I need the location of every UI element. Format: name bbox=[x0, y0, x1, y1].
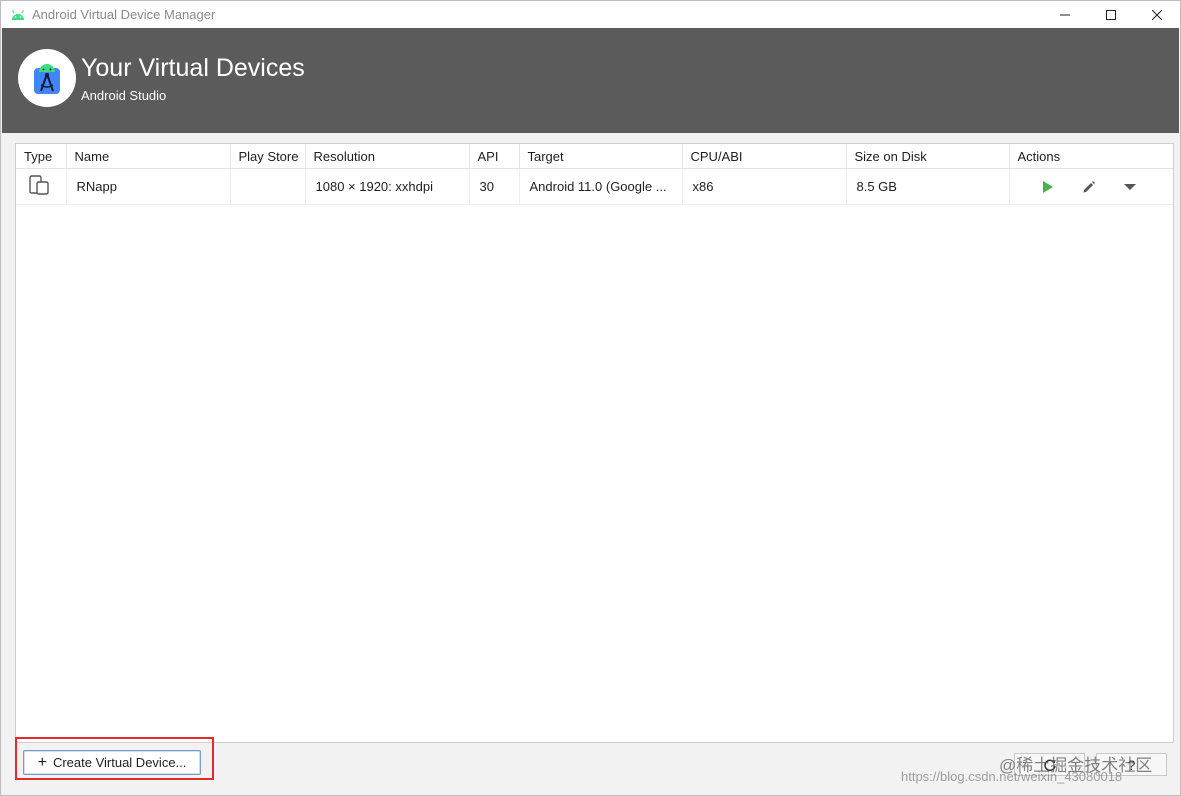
column-header-cpu-abi[interactable]: CPU/ABI bbox=[682, 144, 847, 169]
page-title: Your Virtual Devices bbox=[81, 54, 305, 82]
header-banner: Your Virtual Devices Android Studio bbox=[2, 28, 1179, 133]
edit-device-button[interactable] bbox=[1069, 172, 1110, 202]
window-controls bbox=[1042, 1, 1180, 28]
create-virtual-device-label: Create Virtual Device... bbox=[52, 755, 187, 770]
plus-icon: + bbox=[37, 753, 47, 771]
create-virtual-device-button[interactable]: + Create Virtual Device... bbox=[23, 750, 201, 775]
column-header-resolution[interactable]: Resolution bbox=[305, 144, 470, 169]
device-size-cell: 8.5 GB bbox=[846, 168, 1010, 205]
column-header-actions[interactable]: Actions bbox=[1009, 144, 1173, 169]
device-table-panel: Type Name Play Store Resolution API Targ… bbox=[15, 143, 1174, 743]
column-header-target[interactable]: Target bbox=[519, 144, 683, 169]
page-subtitle: Android Studio bbox=[81, 88, 167, 103]
edit-pencil-icon bbox=[1083, 180, 1095, 192]
row-actions bbox=[1028, 172, 1174, 202]
column-header-type[interactable]: Type bbox=[16, 144, 67, 169]
minimize-icon bbox=[1060, 14, 1070, 15]
device-resolution-cell: 1080 × 1920: xxhdpi bbox=[305, 168, 470, 205]
play-icon bbox=[1043, 180, 1053, 193]
close-icon bbox=[1152, 9, 1162, 20]
launch-device-button[interactable] bbox=[1028, 172, 1069, 202]
close-button[interactable] bbox=[1134, 1, 1180, 28]
device-play-store-cell bbox=[230, 168, 306, 205]
column-header-name[interactable]: Name bbox=[66, 144, 231, 169]
maximize-button[interactable] bbox=[1088, 1, 1134, 28]
column-header-api[interactable]: API bbox=[469, 144, 520, 169]
android-studio-logo-icon bbox=[18, 49, 76, 107]
column-header-play-store[interactable]: Play Store bbox=[230, 144, 306, 169]
android-icon bbox=[10, 7, 26, 23]
device-phone-tablet-icon bbox=[29, 175, 49, 195]
minimize-button[interactable] bbox=[1042, 1, 1088, 28]
device-cpu-abi-cell: x86 bbox=[682, 168, 847, 205]
more-actions-button[interactable] bbox=[1110, 172, 1151, 202]
maximize-icon bbox=[1106, 9, 1116, 20]
device-table: Type Name Play Store Resolution API Targ… bbox=[16, 144, 1173, 205]
table-row[interactable]: RNapp 1080 × 1920: xxhdpi 30 Android 11.… bbox=[16, 168, 1174, 205]
watermark-url: https://blog.csdn.net/weixin_43080018 bbox=[901, 769, 1123, 784]
device-api-cell: 30 bbox=[469, 168, 520, 205]
device-type-cell bbox=[16, 168, 67, 205]
avd-manager-window: Android Virtual Device Manager Your Virt… bbox=[0, 0, 1181, 796]
window-title: Android Virtual Device Manager bbox=[32, 7, 216, 22]
device-target-cell: Android 11.0 (Google ... bbox=[519, 168, 683, 205]
device-name-cell: RNapp bbox=[66, 168, 231, 205]
table-header-row: Type Name Play Store Resolution API Targ… bbox=[16, 144, 1173, 169]
column-header-size-on-disk[interactable]: Size on Disk bbox=[846, 144, 1010, 169]
title-bar: Android Virtual Device Manager bbox=[1, 1, 1180, 28]
device-actions-cell bbox=[1009, 168, 1174, 205]
dropdown-arrow-icon bbox=[1124, 183, 1136, 190]
